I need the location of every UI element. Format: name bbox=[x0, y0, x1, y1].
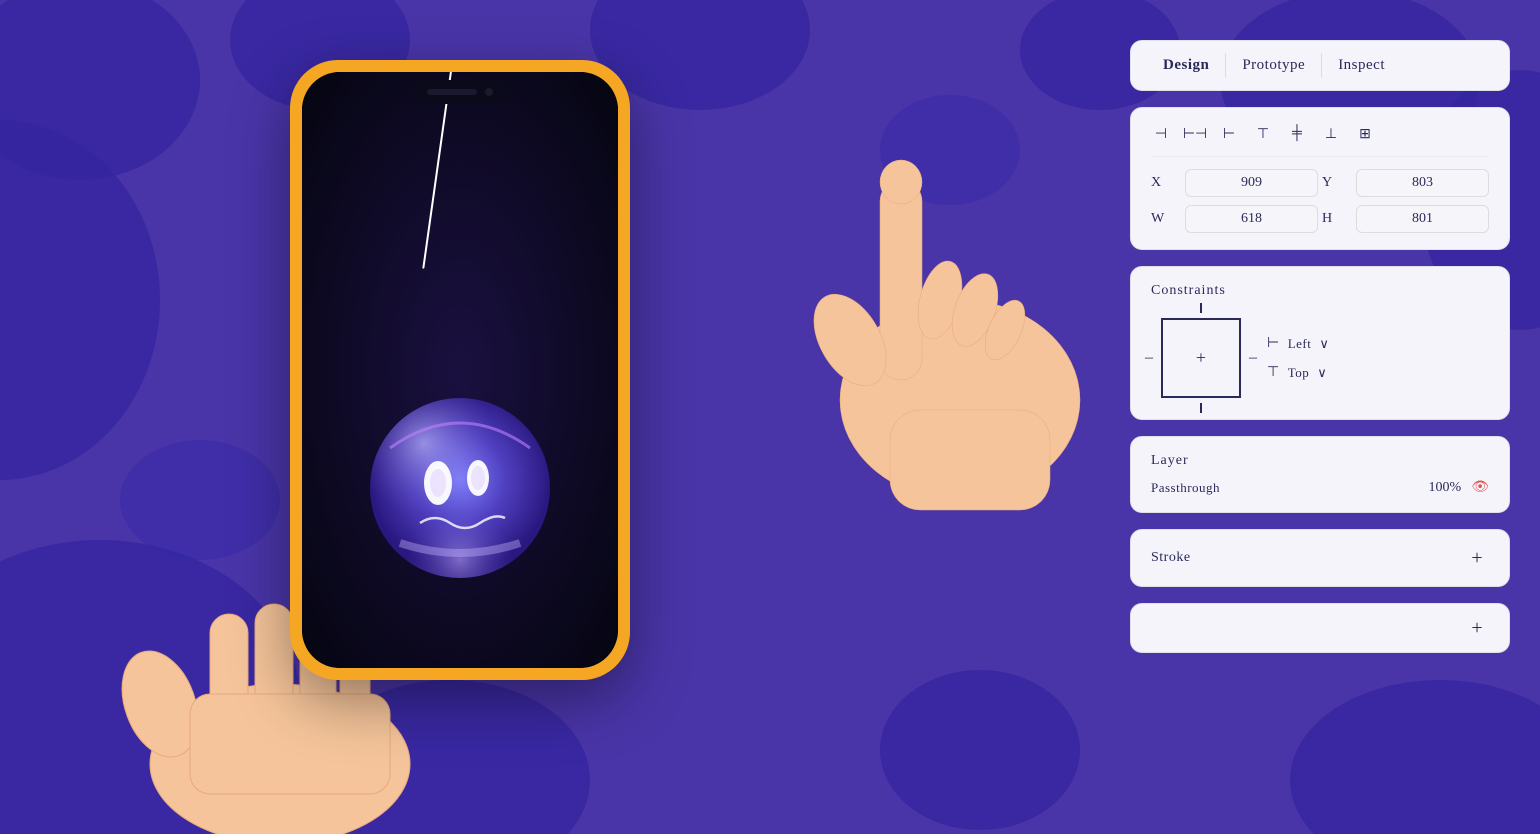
constraint-options: ⊢ Left ∨ ⊤ Top ∨ bbox=[1267, 335, 1329, 381]
hand-right bbox=[660, 100, 1120, 560]
constraints-card: Constraints + – – ⊢ Left ∨ bbox=[1130, 266, 1510, 420]
right-panel: Design Prototype Inspect ⊣ ⊢⊣ ⊢ ⊤ ╪ ⊥ ⊞ … bbox=[1130, 40, 1510, 653]
w-label: W bbox=[1151, 211, 1181, 227]
coords-grid: X 909 Y 803 W 618 H 801 bbox=[1151, 169, 1489, 233]
constraints-title: Constraints bbox=[1151, 283, 1489, 299]
distribute-icon[interactable]: ⊞ bbox=[1355, 124, 1375, 144]
align-bottom-icon[interactable]: ⊥ bbox=[1321, 124, 1341, 144]
layer-row: Passthrough 100% 👁 bbox=[1151, 479, 1489, 496]
fill-row: + bbox=[1151, 616, 1489, 640]
constraint-left-icon: ⊢ bbox=[1267, 335, 1280, 352]
fill-card: + bbox=[1130, 603, 1510, 653]
layer-title: Layer bbox=[1151, 453, 1489, 469]
align-left-icon[interactable]: ⊣ bbox=[1151, 124, 1171, 144]
transform-card: ⊣ ⊢⊣ ⊢ ⊤ ╪ ⊥ ⊞ X 909 Y 803 W 618 H 801 bbox=[1130, 107, 1510, 250]
visibility-icon[interactable]: 👁 bbox=[1471, 479, 1489, 496]
y-label: Y bbox=[1322, 175, 1352, 191]
notch-speaker bbox=[427, 89, 477, 95]
notch-camera bbox=[485, 88, 493, 96]
x-value[interactable]: 909 bbox=[1185, 169, 1318, 197]
align-center-v-icon[interactable]: ╪ bbox=[1287, 124, 1307, 144]
phone-notch bbox=[410, 80, 510, 104]
tab-inspect[interactable]: Inspect bbox=[1322, 53, 1401, 78]
h-value[interactable]: 801 bbox=[1356, 205, 1489, 233]
constraint-left-option[interactable]: ⊢ Left ∨ bbox=[1267, 335, 1329, 352]
constraint-top-label: Top bbox=[1288, 365, 1310, 381]
ghost-scene bbox=[302, 72, 618, 668]
layer-card: Layer Passthrough 100% 👁 bbox=[1130, 436, 1510, 513]
constraint-dash-left: – bbox=[1145, 349, 1153, 367]
constraint-bar-top bbox=[1200, 303, 1202, 313]
constraint-dash-right: – bbox=[1249, 349, 1257, 367]
align-top-icon[interactable]: ⊤ bbox=[1253, 124, 1273, 144]
phone-screen bbox=[302, 72, 618, 668]
constraint-top-icon: ⊤ bbox=[1267, 364, 1280, 381]
phone-body bbox=[290, 60, 630, 680]
stroke-add-button[interactable]: + bbox=[1465, 546, 1489, 570]
x-label: X bbox=[1151, 175, 1181, 191]
blend-mode-dropdown[interactable]: Passthrough bbox=[1151, 480, 1220, 496]
phone-container bbox=[290, 60, 630, 680]
tab-prototype[interactable]: Prototype bbox=[1226, 53, 1322, 78]
constraint-left-label: Left bbox=[1288, 336, 1312, 352]
constraint-top-chevron: ∨ bbox=[1317, 365, 1327, 381]
constraint-box: + – – bbox=[1161, 318, 1241, 398]
stroke-card: Stroke + bbox=[1130, 529, 1510, 587]
ghost-character bbox=[360, 388, 560, 588]
h-label: H bbox=[1322, 211, 1352, 227]
tabs-card: Design Prototype Inspect bbox=[1130, 40, 1510, 91]
stroke-label: Stroke bbox=[1151, 550, 1191, 566]
layer-right: 100% 👁 bbox=[1429, 479, 1489, 496]
constraint-top-option[interactable]: ⊤ Top ∨ bbox=[1267, 364, 1329, 381]
align-right-icon[interactable]: ⊢ bbox=[1219, 124, 1239, 144]
fill-add-button[interactable]: + bbox=[1465, 616, 1489, 640]
constraints-content: + – – ⊢ Left ∨ ⊤ Top ∨ bbox=[1151, 313, 1489, 403]
constraint-bar-bottom bbox=[1200, 403, 1202, 413]
tab-design[interactable]: Design bbox=[1147, 53, 1226, 78]
constraint-diagram: + – – bbox=[1151, 313, 1251, 403]
w-value[interactable]: 618 bbox=[1185, 205, 1318, 233]
stroke-row: Stroke + bbox=[1151, 546, 1489, 570]
constraint-plus-icon: + bbox=[1196, 348, 1206, 369]
constraint-left-chevron: ∨ bbox=[1319, 336, 1329, 352]
opacity-value[interactable]: 100% bbox=[1429, 480, 1462, 496]
y-value[interactable]: 803 bbox=[1356, 169, 1489, 197]
align-center-h-icon[interactable]: ⊢⊣ bbox=[1185, 124, 1205, 144]
alignment-row: ⊣ ⊢⊣ ⊢ ⊤ ╪ ⊥ ⊞ bbox=[1151, 124, 1489, 157]
